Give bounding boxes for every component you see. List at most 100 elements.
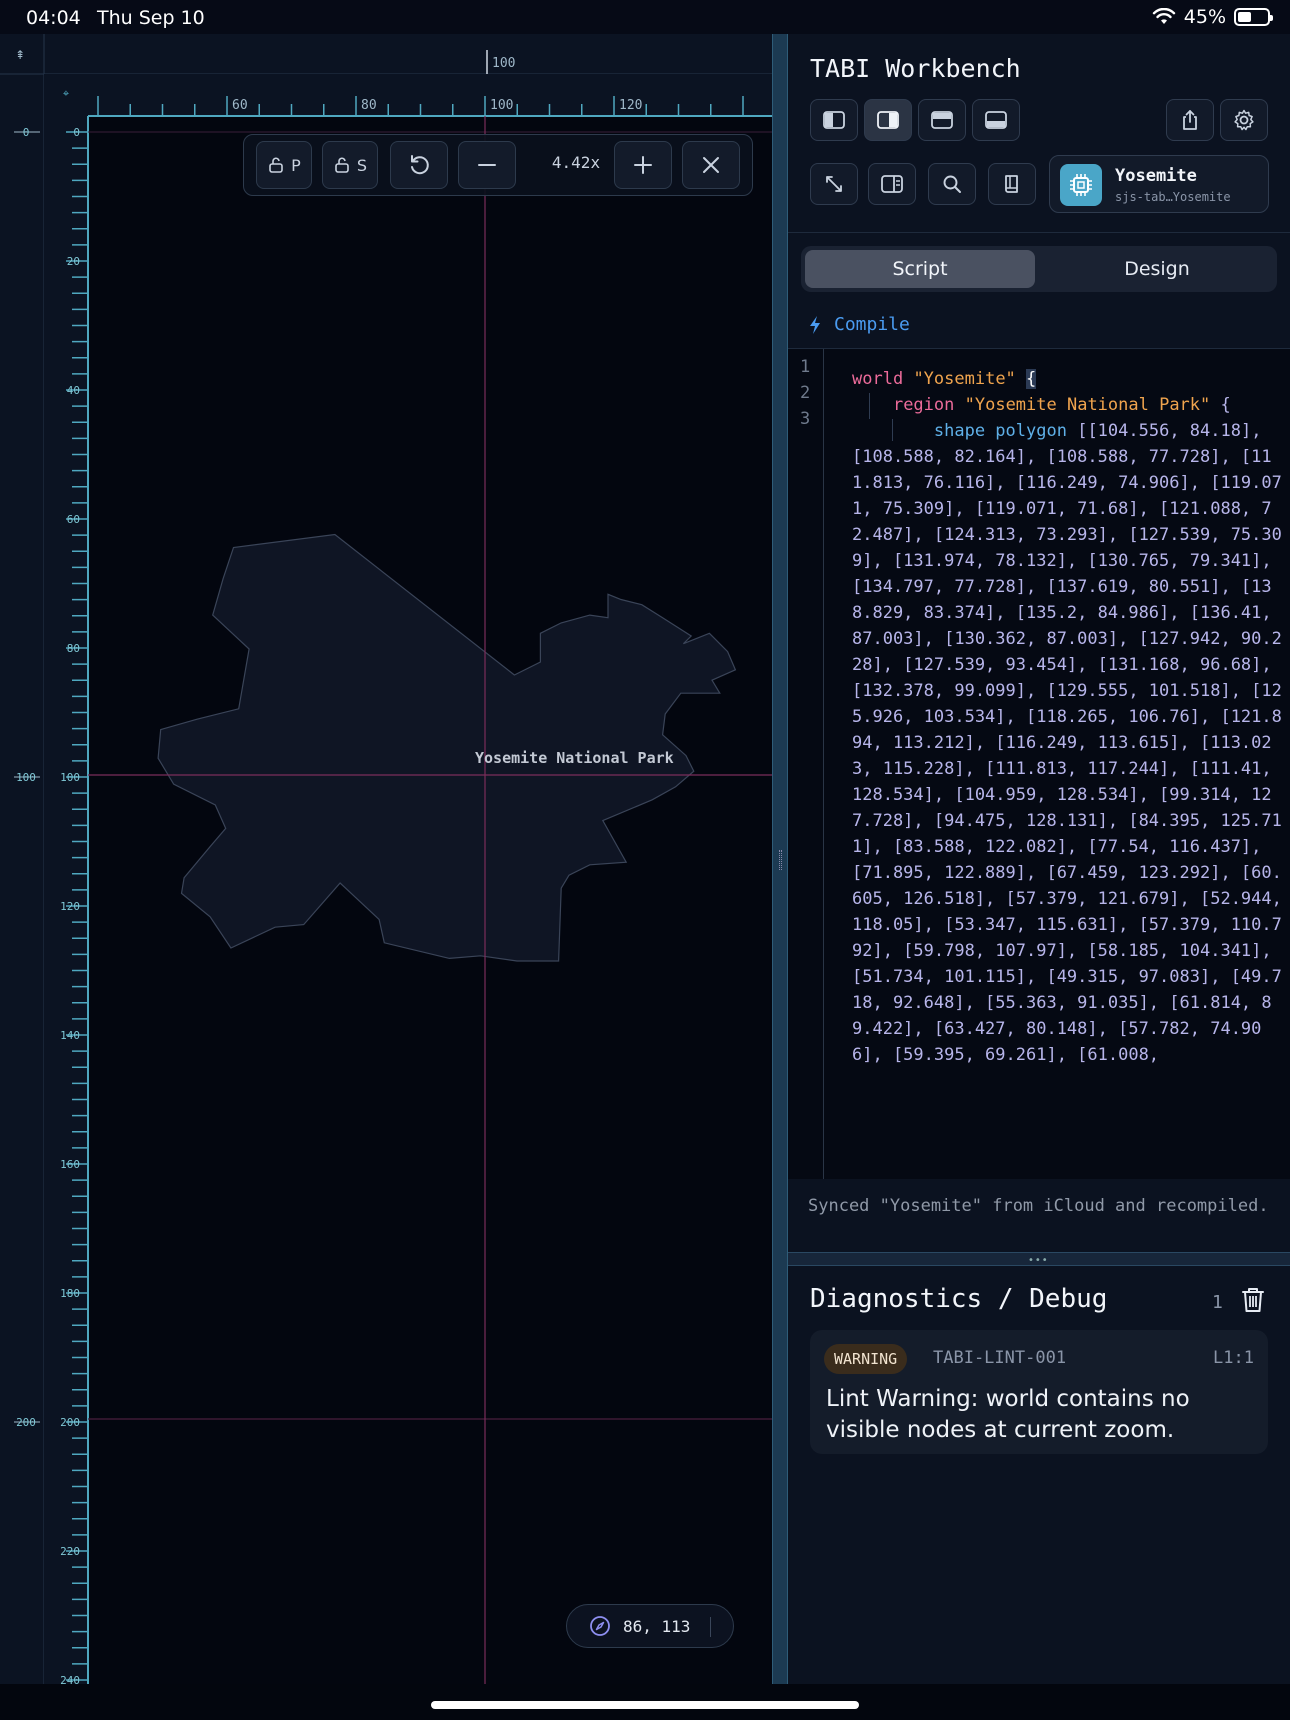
- status-time: 04:04: [26, 7, 81, 29]
- panel-title: TABI Workbench: [810, 54, 1021, 83]
- lock-p-button[interactable]: P: [256, 141, 312, 189]
- region-label[interactable]: Yosemite National Park: [475, 749, 674, 767]
- severity-badge: WARNING: [824, 1344, 908, 1374]
- lock-s-button[interactable]: S: [322, 141, 378, 189]
- diagnostics-count: 1: [1212, 1292, 1223, 1313]
- ruler-label-y: 220: [60, 1545, 80, 1558]
- resize-dots-icon: •••: [1028, 1255, 1049, 1266]
- code-keyword: world: [852, 369, 904, 389]
- settings-button[interactable]: [1220, 99, 1268, 141]
- lightning-icon: [810, 315, 820, 334]
- search-icon: [943, 175, 961, 193]
- map-canvas[interactable]: ⇞ ⌖ 100 60 80 100 120 0 20 40 60 80 100 120 140 160…: [0, 34, 772, 1684]
- reset-view-button[interactable]: [390, 141, 448, 189]
- line-number: 3: [800, 409, 811, 429]
- ruler-label-y: 100: [60, 771, 80, 784]
- close-toolbar-button[interactable]: [682, 141, 740, 189]
- fit-view-button[interactable]: [810, 163, 858, 205]
- trash-icon: [1242, 1288, 1264, 1312]
- sidebar-right-icon: [877, 111, 899, 129]
- ruler-label-x: 80: [361, 98, 377, 113]
- code-polygon-data: [[104.556, 84.18], [108.588, 82.164], [1…: [852, 421, 1282, 1065]
- inner-ruler-left: [44, 74, 88, 1684]
- rotate-ccw-icon: [411, 155, 429, 175]
- share-button[interactable]: [1166, 99, 1214, 141]
- outer-ruler-label-y: 0: [23, 126, 30, 139]
- code-brace: {: [1026, 369, 1037, 389]
- ruler-label-y: 140: [60, 1029, 80, 1042]
- canvas-svg[interactable]: ⇞ ⌖ 100 60 80 100 120 0 20 40 60 80 100 120 140 160…: [0, 34, 772, 1684]
- panel-bottom-icon: [985, 111, 1007, 129]
- diagnostic-item[interactable]: WARNING TABI-LINT-001 L1:1 Lint Warning:…: [810, 1330, 1268, 1454]
- minus-icon: [478, 164, 496, 166]
- home-indicator-area: [0, 1684, 1290, 1720]
- outer-ruler-top: [0, 34, 772, 74]
- line-gutter: 1 2 3: [788, 349, 824, 1179]
- inspector-toggle-button[interactable]: [868, 163, 916, 205]
- unlock-icon: [269, 157, 283, 173]
- panel-resize-handle[interactable]: •••: [788, 1252, 1290, 1266]
- layout-right-sidebar-button[interactable]: [864, 99, 912, 141]
- ruler-label-y: 240: [60, 1674, 80, 1684]
- world-id: sjs-tab…Yosemite: [1115, 190, 1231, 204]
- ruler-label-y: 80: [67, 642, 80, 655]
- code-string: "Yosemite": [913, 369, 1016, 389]
- compass-icon: [590, 1616, 610, 1636]
- sidebar-left-icon: [823, 111, 845, 129]
- clear-diagnostics-button[interactable]: [1240, 1286, 1266, 1318]
- diagnostic-message: Lint Warning: world contains no visible …: [826, 1386, 1190, 1443]
- zoom-in-button[interactable]: [614, 141, 672, 189]
- ruler-label-x: 100: [490, 98, 513, 113]
- search-button[interactable]: [928, 163, 976, 205]
- diagnostics-title: Diagnostics / Debug: [810, 1284, 1108, 1314]
- world-card[interactable]: Yosemite sjs-tab…Yosemite: [1049, 155, 1269, 213]
- splitter-grip[interactable]: [779, 850, 782, 870]
- code-keyword: shape polygon: [933, 421, 1067, 441]
- ruler-label-y: 200: [60, 1416, 80, 1429]
- ruler-label-x: 60: [232, 98, 248, 113]
- canvas-toolbar: P S 4.42x: [243, 134, 753, 196]
- zoom-out-button[interactable]: [458, 141, 516, 189]
- tab-design[interactable]: Design: [1041, 250, 1273, 288]
- close-icon: [703, 157, 719, 173]
- inspector-icon: [881, 175, 903, 193]
- home-indicator[interactable]: [431, 1701, 859, 1709]
- script-editor[interactable]: 1 2 3 world "Yosemite" { region "Yosemit…: [788, 349, 1290, 1179]
- outer-ruler-left: [0, 34, 44, 1684]
- coordinates-text: 86, 113: [623, 1616, 691, 1636]
- diagnostic-code: TABI-LINT-001: [933, 1348, 1067, 1368]
- code-content[interactable]: world "Yosemite" { region "Yosemite Nati…: [852, 366, 1284, 1068]
- tab-script[interactable]: Script: [805, 250, 1035, 288]
- diagnostic-location[interactable]: L1:1: [1213, 1348, 1254, 1368]
- workbench-panel: TABI Workbench Yosemite sjs-tab…Yosemite: [788, 34, 1290, 1684]
- outer-ruler-label-y: 100: [16, 771, 36, 784]
- book-icon: [1005, 175, 1018, 193]
- zoom-level: 4.42x: [551, 153, 601, 172]
- outer-ruler-label-y: 200: [16, 1416, 36, 1429]
- status-bar: 04:04 Thu Sep 10 45%: [0, 0, 1290, 34]
- panel-top-icon: [931, 111, 953, 129]
- ruler-corner-icon[interactable]: ⇞: [15, 48, 25, 62]
- code-string: "Yosemite National Park": [964, 395, 1211, 415]
- pill-separator: [710, 1617, 711, 1637]
- expand-icon: [826, 176, 842, 192]
- ruler-label-y: 40: [67, 384, 80, 397]
- line-number: 1: [800, 357, 811, 377]
- inner-ruler-top: [44, 74, 772, 116]
- region-shape[interactable]: [157, 533, 737, 962]
- sync-status: Synced "Yosemite" from iCloud and recomp…: [808, 1196, 1269, 1216]
- unlock-icon: [335, 157, 349, 173]
- ruler-origin-icon[interactable]: ⌖: [63, 87, 69, 100]
- ruler-label-y: 160: [60, 1158, 80, 1171]
- layout-top-panel-button[interactable]: [918, 99, 966, 141]
- panel-splitter[interactable]: [772, 34, 788, 1684]
- ruler-label-y: 20: [67, 255, 80, 268]
- outer-ruler-label: 100: [492, 56, 515, 71]
- docs-button[interactable]: [988, 163, 1036, 205]
- compile-label: Compile: [834, 314, 910, 335]
- status-date: Thu Sep 10: [97, 7, 205, 29]
- layout-left-sidebar-button[interactable]: [810, 99, 858, 141]
- cursor-coordinates[interactable]: 86, 113: [566, 1604, 734, 1648]
- layout-bottom-panel-button[interactable]: [972, 99, 1020, 141]
- compile-button[interactable]: Compile: [808, 314, 910, 335]
